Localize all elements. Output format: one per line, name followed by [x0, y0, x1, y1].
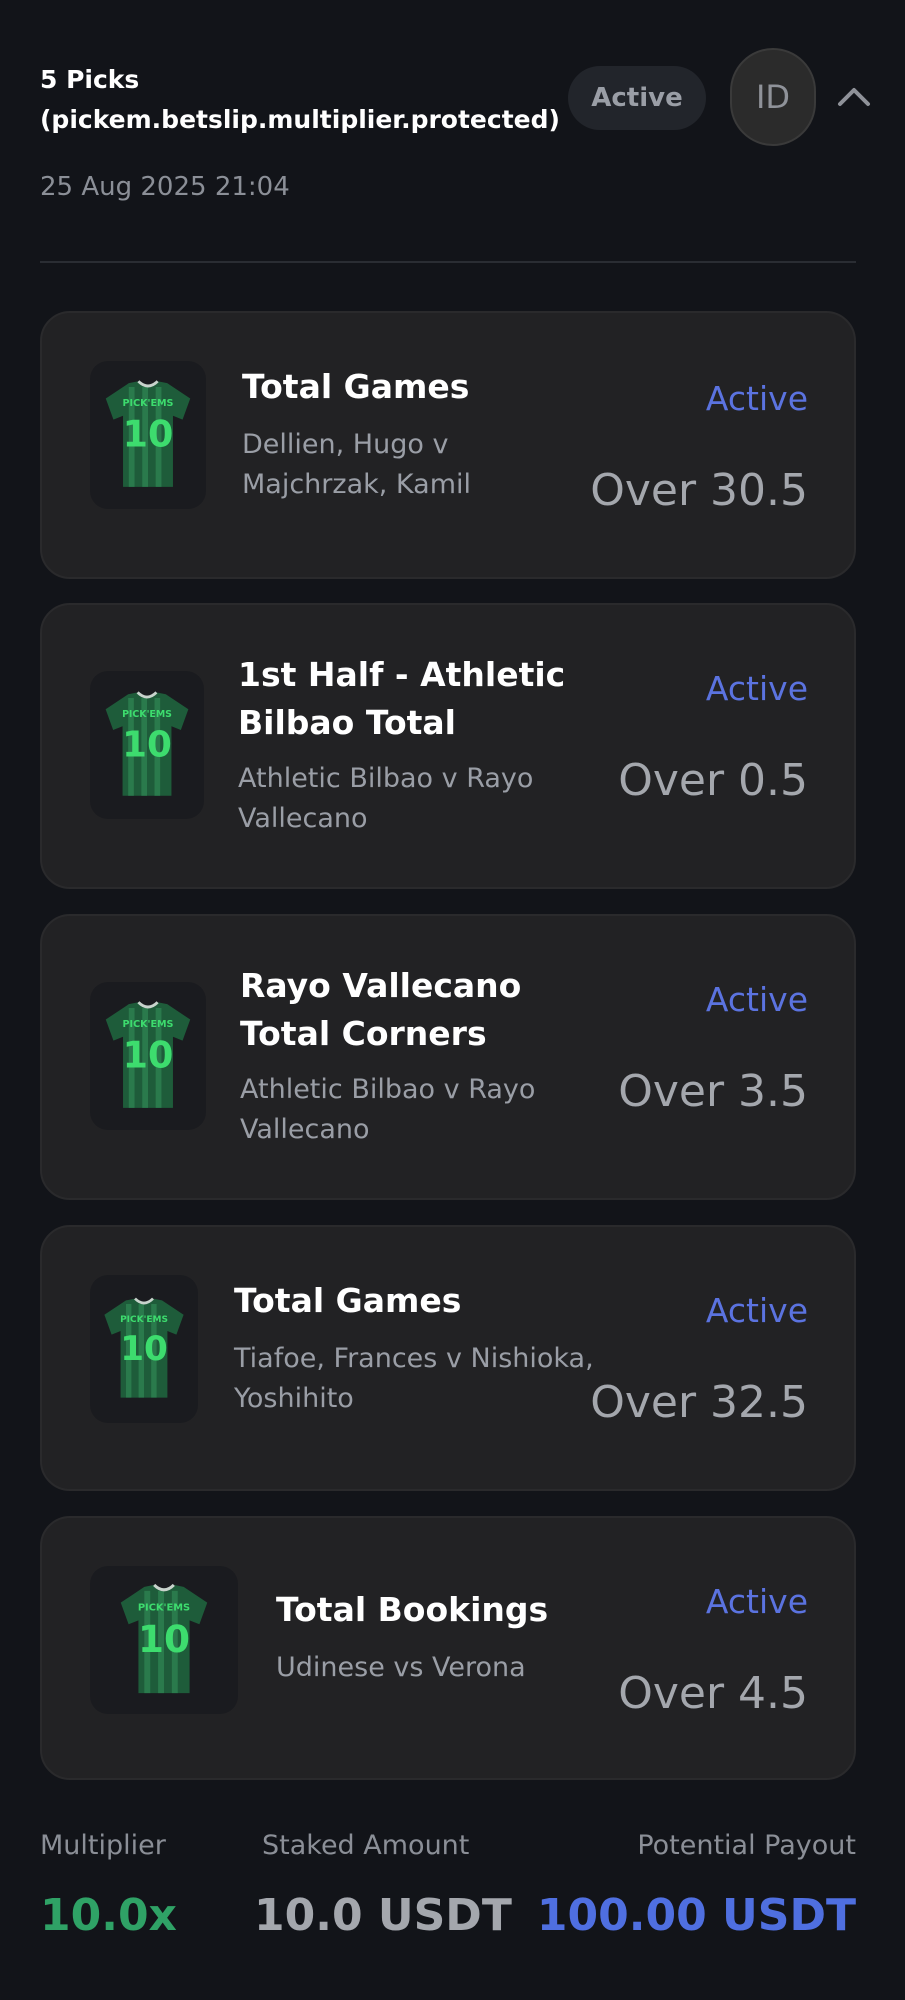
jersey-icon: PICK'EMS 10: [90, 982, 206, 1130]
chevron-up-icon[interactable]: [836, 80, 872, 110]
betslip-title: 5 Picks (pickem.betslip.multiplier.prote…: [40, 65, 560, 134]
staked-amount-value: 10.0 USDT: [254, 1890, 512, 1941]
pick-line: Over 3.5: [618, 1066, 808, 1117]
pick-card[interactable]: PICK'EMS 10 1st Half - Athletic Bilbao T…: [40, 603, 856, 889]
svg-text:10: 10: [123, 1034, 174, 1077]
jersey-icon: PICK'EMS 10: [90, 671, 204, 819]
pick-title: Total Bookings: [276, 1590, 549, 1629]
pick-match: Athletic Bilbao v Rayo Vallecano: [240, 1074, 536, 1145]
pick-title: Total Games: [234, 1281, 462, 1320]
pick-title: 1st Half - Athletic Bilbao Total: [238, 655, 566, 742]
betslip-date: 25 Aug 2025 21:04: [40, 172, 290, 202]
svg-text:PICK'EMS: PICK'EMS: [120, 1315, 168, 1325]
pick-match: Dellien, Hugo v Majchrzak, Kamil: [242, 429, 471, 500]
potential-payout-label: Potential Payout: [637, 1830, 856, 1861]
svg-text:10: 10: [138, 1617, 190, 1661]
jersey-icon: PICK'EMS 10: [90, 1566, 238, 1714]
header-divider: [40, 261, 856, 263]
multiplier-label: Multiplier: [40, 1830, 166, 1861]
jersey-icon: PICK'EMS 10: [90, 361, 206, 509]
pick-match: Athletic Bilbao v Rayo Vallecano: [238, 763, 534, 834]
svg-text:PICK'EMS: PICK'EMS: [138, 1603, 190, 1614]
svg-text:PICK'EMS: PICK'EMS: [122, 709, 172, 720]
pick-title: Total Games: [242, 367, 470, 406]
pick-card[interactable]: PICK'EMS 10 Total Bookings Udinese vs Ve…: [40, 1516, 856, 1780]
svg-text:10: 10: [122, 724, 172, 765]
pick-status: Active: [705, 980, 808, 1019]
betslip-status-badge: Active: [568, 66, 706, 130]
pick-card[interactable]: PICK'EMS 10 Total Games Dellien, Hugo v …: [40, 311, 856, 579]
pick-line: Over 30.5: [590, 465, 808, 516]
potential-payout-value: 100.00 USDT: [536, 1890, 856, 1941]
svg-text:PICK'EMS: PICK'EMS: [123, 1019, 174, 1030]
betslip-panel: 5 Picks (pickem.betslip.multiplier.prote…: [0, 0, 905, 2000]
staked-amount-label: Staked Amount: [262, 1830, 470, 1861]
svg-text:10: 10: [120, 1329, 168, 1369]
pick-line: Over 32.5: [590, 1377, 808, 1428]
pick-card[interactable]: PICK'EMS 10 Rayo Vallecano Total Corners…: [40, 914, 856, 1200]
pick-line: Over 4.5: [618, 1668, 808, 1719]
pick-status: Active: [705, 1291, 808, 1330]
jersey-icon: PICK'EMS 10: [90, 1275, 198, 1423]
pick-match: Udinese vs Verona: [276, 1652, 526, 1683]
svg-text:10: 10: [123, 413, 174, 456]
pick-line: Over 0.5: [618, 755, 808, 806]
id-avatar[interactable]: ID: [730, 48, 816, 146]
pick-title: Rayo Vallecano Total Corners: [240, 966, 522, 1053]
pick-status: Active: [705, 379, 808, 418]
pick-match: Tiafoe, Frances v Nishioka, Yoshihito: [234, 1343, 594, 1414]
svg-text:PICK'EMS: PICK'EMS: [123, 398, 174, 409]
pick-status: Active: [705, 669, 808, 708]
pick-status: Active: [705, 1582, 808, 1621]
pick-card[interactable]: PICK'EMS 10 Total Games Tiafoe, Frances …: [40, 1225, 856, 1491]
multiplier-value: 10.0x: [40, 1890, 177, 1941]
